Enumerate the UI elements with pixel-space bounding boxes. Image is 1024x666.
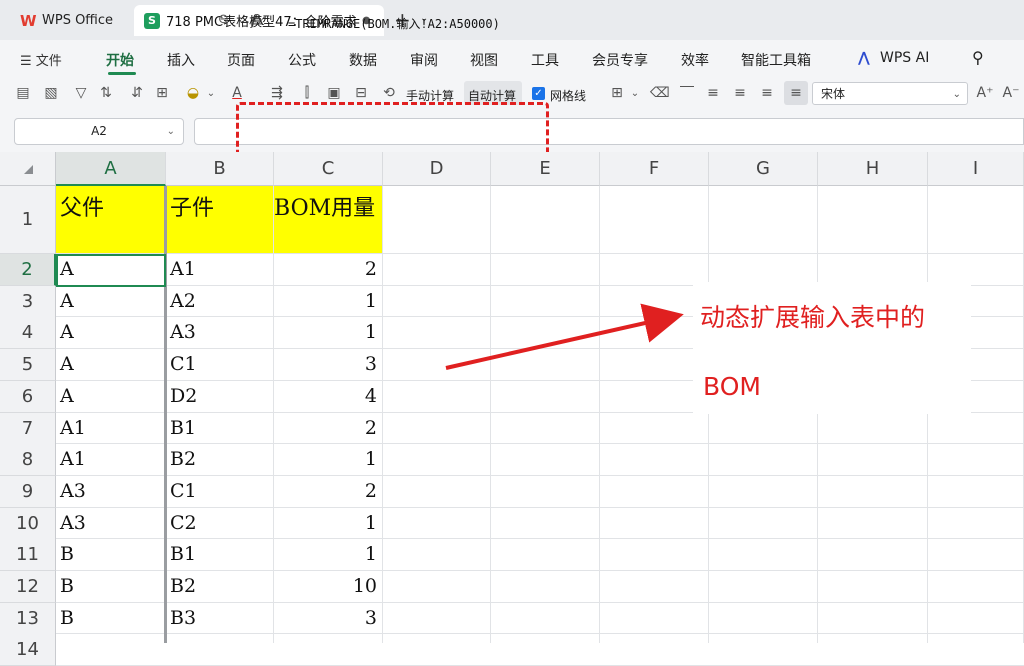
annotation-arrow-line [445,303,684,370]
annotation-text-line1: 动态扩展输入表中的 [700,303,926,332]
annotation-text-line2: BOM [703,372,761,401]
